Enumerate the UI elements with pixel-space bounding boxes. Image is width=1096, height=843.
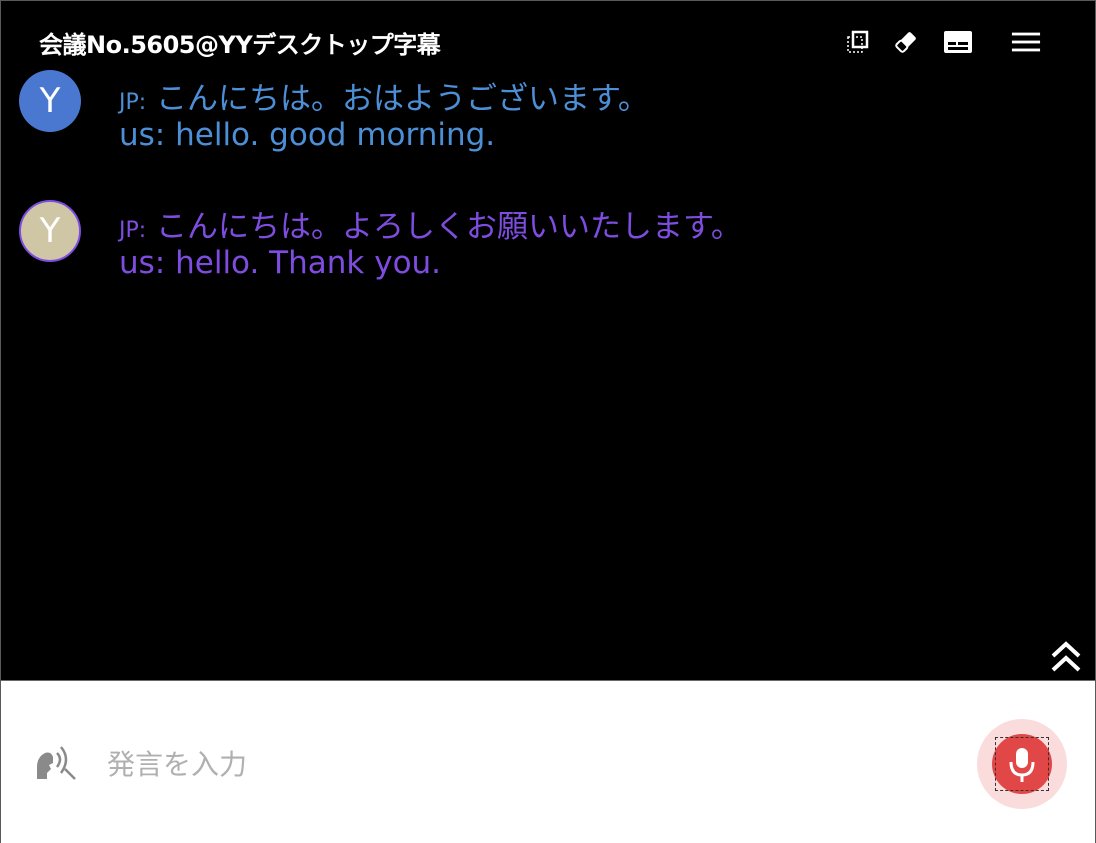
double-chevron-up-icon <box>1051 641 1081 672</box>
copy-window-button[interactable] <box>843 27 873 57</box>
jp-text: こんにちは。よろしくお願いいたします。 <box>156 209 742 245</box>
title-bar: 会議No.5605@YYデスクトップ字幕 <box>1 1 1096 71</box>
us-tag: us: <box>119 117 166 153</box>
scroll-up-button[interactable] <box>1049 639 1083 675</box>
message-list: Y JP: こんにちは。おはようございます。 us: hello. good m… <box>1 65 1096 325</box>
jp-tag: JP: <box>119 90 147 115</box>
copy-window-icon <box>847 30 869 53</box>
eraser-button[interactable] <box>891 27 921 57</box>
avatar: Y <box>19 200 81 262</box>
us-tag: us: <box>119 245 166 281</box>
input-area <box>1 680 1095 843</box>
speaking-head-icon <box>31 739 77 785</box>
us-text: hello. good morning. <box>175 117 496 153</box>
jp-line: JP: こんにちは。おはようございます。 <box>119 73 649 118</box>
jp-line: JP: こんにちは。よろしくお願いいたします。 <box>119 201 742 246</box>
message-item: Y JP: こんにちは。おはようございます。 us: hello. good m… <box>1 65 1096 195</box>
message-input[interactable] <box>105 741 929 787</box>
us-text: hello. Thank you. <box>175 245 442 281</box>
jp-tag: JP: <box>119 218 147 243</box>
subtitles-button[interactable] <box>943 27 973 57</box>
us-line: us: hello. Thank you. <box>119 245 441 281</box>
jp-text: こんにちは。おはようございます。 <box>156 81 649 117</box>
menu-button[interactable] <box>1011 27 1041 57</box>
eraser-icon <box>895 32 916 53</box>
message-item: Y JP: こんにちは。よろしくお願いいたします。 us: hello. Tha… <box>1 195 1096 325</box>
avatar: Y <box>19 70 81 132</box>
window-title: 会議No.5605@YYデスクトップ字幕 <box>39 31 441 59</box>
subtitle-window: 会議No.5605@YYデスクトップ字幕 Y JP: こんにちは。おはようござい… <box>0 0 1096 843</box>
menu-icon <box>1011 32 1041 52</box>
us-line: us: hello. good morning. <box>119 117 495 153</box>
subtitles-icon <box>944 31 972 53</box>
mic-button[interactable] <box>977 719 1067 809</box>
microphone-icon <box>1009 748 1035 782</box>
